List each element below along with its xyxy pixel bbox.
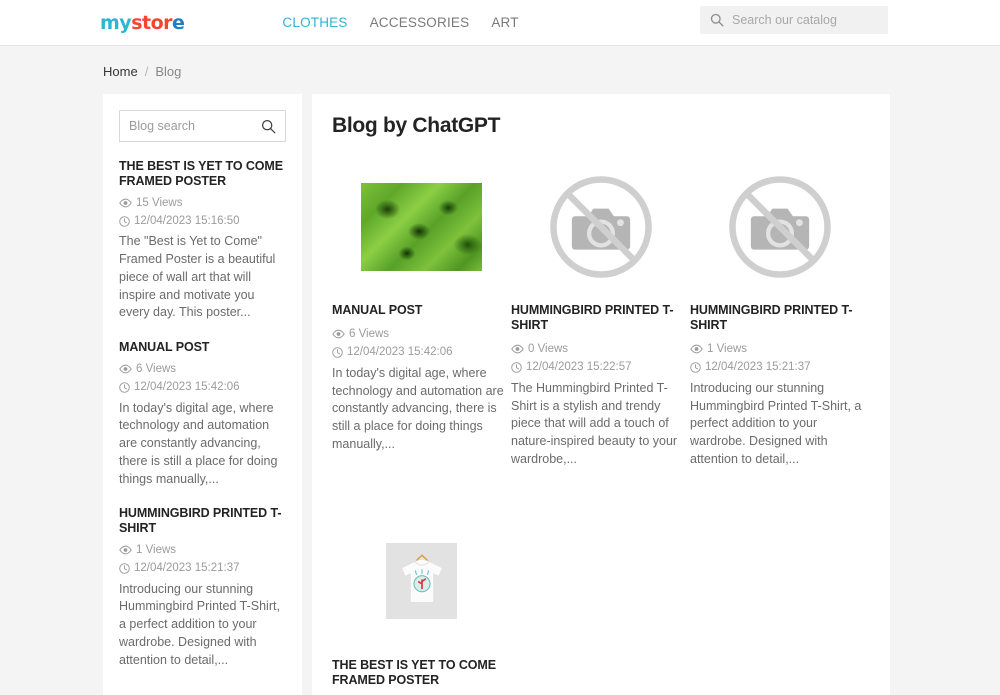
search-icon <box>710 13 724 27</box>
views-count: 15 Views <box>136 196 183 209</box>
logo-part-e: e <box>172 11 185 34</box>
post-thumbnail[interactable] <box>332 519 511 644</box>
blog-post-card[interactable]: MANUAL POST 6 Views 12/04/2023 15:42:06 <box>332 164 511 469</box>
sidebar-post-title[interactable]: THE BEST IS YET TO COME FRAMED POSTER <box>119 159 286 189</box>
site-header: mystore CLOTHES ACCESSORIES ART Search o… <box>0 0 1000 46</box>
sidebar-post-excerpt: The "Best is Yet to Come" Framed Poster … <box>119 234 276 320</box>
eye-icon <box>119 364 132 374</box>
post-date: 12/04/2023 15:21:37 <box>134 562 240 575</box>
date-meta: 12/04/2023 15:16:50 <box>119 214 240 228</box>
no-image-icon <box>726 173 834 281</box>
blog-main: Blog by ChatGPT MANUAL POST 6 Views 12/0… <box>312 94 890 695</box>
catalog-search[interactable]: Search our catalog <box>700 6 888 34</box>
sidebar-post-item[interactable]: MANUAL POST 6 Views 12/04/2023 15:42:06 … <box>119 340 286 488</box>
blog-search-input[interactable]: Blog search <box>129 119 195 133</box>
page-title: Blog by ChatGPT <box>332 114 501 137</box>
post-thumbnail[interactable] <box>332 164 511 289</box>
sidebar-post-item[interactable]: HUMMINGBIRD PRINTED T-SHIRT 1 Views 12/0… <box>119 506 286 669</box>
post-date: 12/04/2023 15:22:57 <box>526 361 632 374</box>
page-body: Blog search THE BEST IS YET TO COME FRAM… <box>0 79 1000 695</box>
breadcrumb: Home / Blog <box>0 46 1000 79</box>
sidebar-post-title[interactable]: HUMMINGBIRD PRINTED T-SHIRT <box>119 506 286 536</box>
date-meta: 12/04/2023 15:21:37 <box>690 360 811 374</box>
post-date: 12/04/2023 15:16:50 <box>134 214 240 227</box>
post-title[interactable]: THE BEST IS YET TO COME FRAMED POSTER <box>332 658 511 688</box>
clock-icon <box>332 347 343 358</box>
date-meta: 12/04/2023 15:42:06 <box>119 380 240 394</box>
breadcrumb-separator: / <box>144 64 149 79</box>
blog-search-field[interactable]: Blog search <box>119 110 286 142</box>
nav-item-clothes[interactable]: CLOTHES <box>282 15 347 30</box>
moss-photo <box>361 182 482 271</box>
date-meta: 12/04/2023 15:42:06 <box>332 345 453 359</box>
breadcrumb-current: Blog <box>155 64 182 79</box>
views-meta: 6 Views <box>119 362 176 376</box>
sidebar-post-meta: 15 Views 12/04/2023 15:16:50 <box>119 196 286 229</box>
post-meta: 0 Views 12/04/2023 15:22:57 <box>511 342 690 375</box>
blog-post-card[interactable]: HUMMINGBIRD PRINTED T-SHIRT 0 Views 12/0… <box>511 164 690 469</box>
clock-icon <box>119 215 130 227</box>
views-count: 0 Views <box>528 343 569 355</box>
post-title[interactable]: HUMMINGBIRD PRINTED T-SHIRT <box>511 303 690 333</box>
nav-item-accessories[interactable]: ACCESSORIES <box>370 15 470 30</box>
eye-icon <box>690 344 703 354</box>
breadcrumb-home[interactable]: Home <box>103 64 138 79</box>
post-excerpt: In today's digital age, where technology… <box>332 365 504 451</box>
date-meta: 12/04/2023 15:21:37 <box>119 561 240 575</box>
blog-post-card[interactable]: HUMMINGBIRD PRINTED T-SHIRT 1 Views 12/0… <box>690 164 869 469</box>
sidebar-post-meta: 1 Views 12/04/2023 15:21:37 <box>119 543 286 576</box>
clock-icon <box>690 362 701 373</box>
sidebar-post-item[interactable]: THE BEST IS YET TO COME FRAMED POSTER 15… <box>119 159 286 322</box>
views-meta: 1 Views <box>119 543 176 557</box>
post-thumbnail[interactable] <box>511 164 690 289</box>
eye-icon <box>119 545 132 555</box>
post-excerpt: The Hummingbird Printed T-Shirt is a sty… <box>511 380 678 466</box>
views-meta: 15 Views <box>119 196 182 210</box>
no-image-icon <box>547 173 655 281</box>
catalog-search-input[interactable]: Search our catalog <box>732 13 837 27</box>
post-meta: 6 Views 12/04/2023 15:42:06 <box>332 327 511 360</box>
views-count: 6 Views <box>349 328 390 340</box>
logo-part-st: st <box>131 11 151 34</box>
search-icon[interactable] <box>261 119 276 134</box>
post-date: 12/04/2023 15:42:06 <box>347 346 453 359</box>
views-meta: 1 Views <box>690 342 747 356</box>
date-meta: 12/04/2023 15:22:57 <box>511 360 632 374</box>
blog-post-grid: MANUAL POST 6 Views 12/04/2023 15:42:06 <box>332 164 870 695</box>
clock-icon <box>511 362 522 373</box>
sidebar-post-excerpt: Introducing our stunning Hummingbird Pri… <box>119 581 280 667</box>
sidebar-post-meta: 6 Views 12/04/2023 15:42:06 <box>119 362 286 395</box>
post-meta: 1 Views 12/04/2023 15:21:37 <box>690 342 869 375</box>
post-title[interactable]: MANUAL POST <box>332 303 511 318</box>
post-date: 12/04/2023 15:42:06 <box>134 381 240 394</box>
tshirt-photo <box>386 543 457 619</box>
eye-icon <box>511 344 524 354</box>
logo-part-or: or <box>150 11 173 34</box>
sidebar-post-excerpt: In today's digital age, where technology… <box>119 400 278 486</box>
post-date: 12/04/2023 15:21:37 <box>705 361 811 374</box>
views-count: 6 Views <box>136 362 177 375</box>
site-logo[interactable]: mystore <box>100 11 185 34</box>
eye-icon <box>332 329 345 339</box>
blog-sidebar: Blog search THE BEST IS YET TO COME FRAM… <box>103 94 302 695</box>
post-title[interactable]: HUMMINGBIRD PRINTED T-SHIRT <box>690 303 869 333</box>
views-count: 1 Views <box>136 543 177 556</box>
sidebar-post-title[interactable]: MANUAL POST <box>119 340 286 355</box>
logo-part-my: my <box>100 11 132 34</box>
post-excerpt: Introducing our stunning Hummingbird Pri… <box>690 380 862 466</box>
views-meta: 6 Views <box>332 327 389 341</box>
views-meta: 0 Views <box>511 342 568 356</box>
clock-icon <box>119 563 130 574</box>
views-count: 1 Views <box>707 343 748 355</box>
clock-icon <box>119 382 130 393</box>
post-thumbnail[interactable] <box>690 164 869 289</box>
eye-icon <box>119 198 132 208</box>
main-navigation: CLOTHES ACCESSORIES ART <box>282 15 518 30</box>
nav-item-art[interactable]: ART <box>491 15 518 30</box>
blog-post-card[interactable]: THE BEST IS YET TO COME FRAMED POSTER 15… <box>332 519 511 695</box>
